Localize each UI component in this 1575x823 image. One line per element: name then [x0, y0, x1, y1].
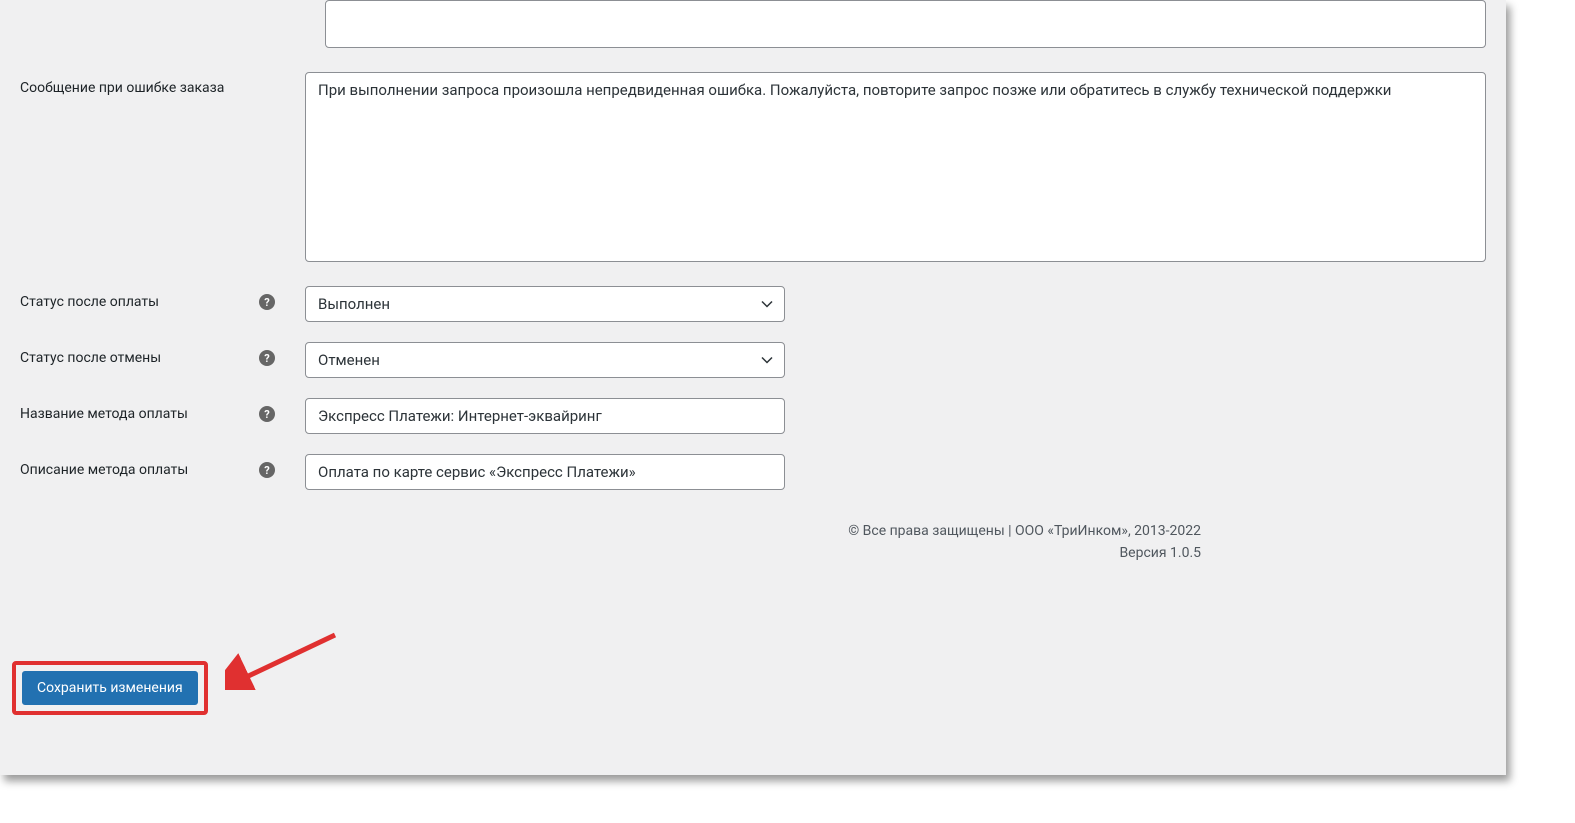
payment-method-description-label: Описание метода оплаты ?: [20, 454, 275, 478]
help-icon[interactable]: ?: [259, 462, 275, 478]
help-icon[interactable]: ?: [259, 350, 275, 366]
help-icon[interactable]: ?: [259, 294, 275, 310]
status-after-cancel-label: Статус после отмены ?: [20, 342, 275, 366]
arrow-annotation-icon: [225, 630, 345, 690]
payment-method-description-input[interactable]: [305, 454, 785, 490]
help-icon[interactable]: ?: [259, 406, 275, 422]
save-button[interactable]: Сохранить изменения: [22, 671, 198, 705]
status-after-payment-select[interactable]: Выполнен: [305, 286, 785, 322]
error-message-textarea[interactable]: При выполнении запроса произошла непредв…: [305, 72, 1486, 262]
payment-method-name-input[interactable]: [305, 398, 785, 434]
error-message-label: Сообщение при ошибке заказа: [20, 72, 275, 96]
annotation-highlight: Сохранить изменения: [12, 661, 208, 715]
status-after-payment-label: Статус после оплаты ?: [20, 286, 275, 310]
footer-copyright: © Все права защищены | ООО «ТриИнком», 2…: [0, 520, 1506, 565]
payment-method-name-label: Название метода оплаты ?: [20, 398, 275, 422]
textarea-top[interactable]: [325, 0, 1486, 48]
status-after-cancel-select[interactable]: Отменен: [305, 342, 785, 378]
